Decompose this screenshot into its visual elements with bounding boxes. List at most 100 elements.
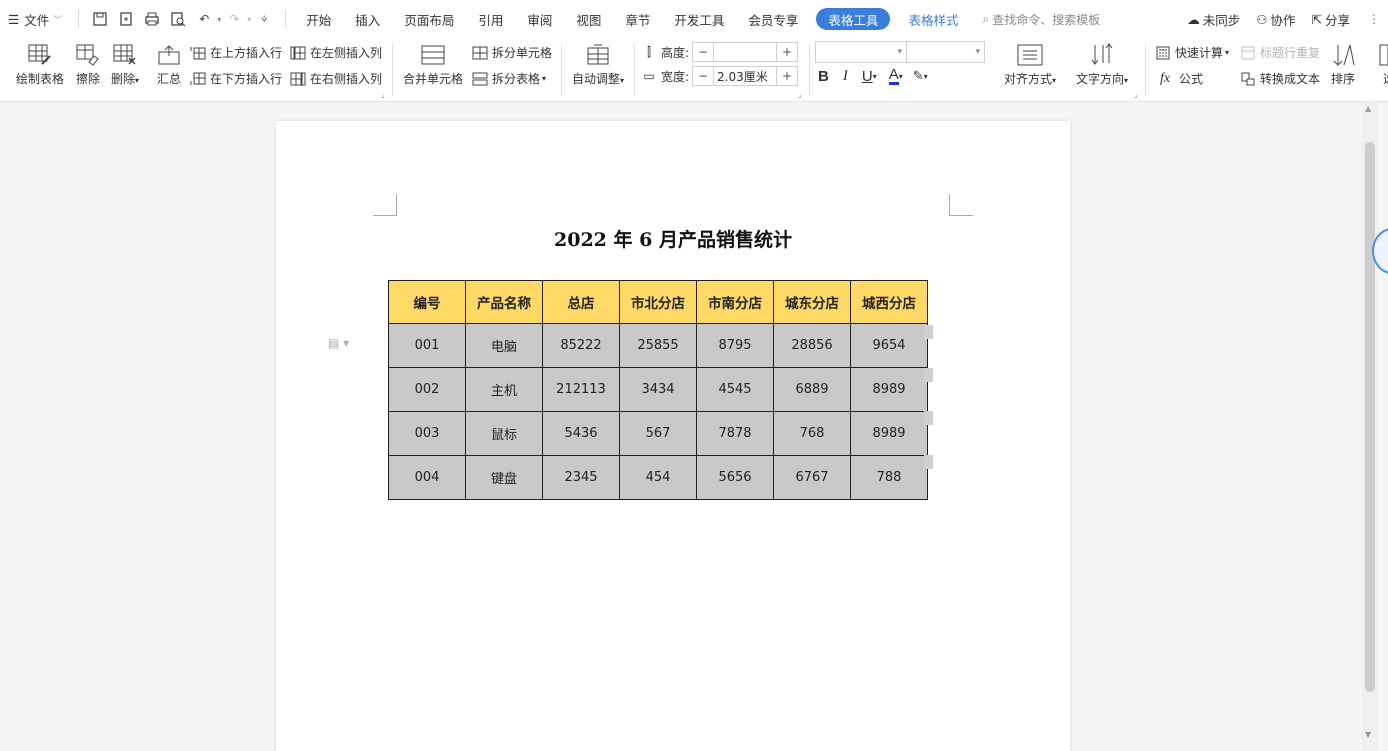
- table-cell[interactable]: 28856: [773, 323, 851, 368]
- split-cells-button[interactable]: 拆分单元格: [472, 44, 552, 61]
- share-button[interactable]: ⇱ 分享: [1304, 0, 1359, 38]
- sales-table[interactable]: 编号 产品名称 总店 市北分店 市南分店 城东分店 城西分店 001 电脑 85…: [388, 280, 928, 500]
- align-button[interactable]: 对齐方式▾: [1004, 42, 1056, 87]
- font-color-icon[interactable]: A: [888, 67, 899, 85]
- undo-icon[interactable]: ↶: [194, 9, 214, 29]
- tab-table-style[interactable]: 表格样式: [896, 0, 970, 38]
- export-pdf-icon[interactable]: [116, 9, 136, 29]
- insert-col-right-button[interactable]: 在右侧插入列: [290, 70, 382, 87]
- chevron-down-icon[interactable]: ▾: [924, 72, 928, 81]
- table-cell[interactable]: 8989: [850, 411, 928, 456]
- formula-button[interactable]: fx 公式: [1155, 70, 1203, 87]
- sync-status[interactable]: ☁ 未同步: [1179, 0, 1248, 38]
- document-title[interactable]: 2022 年 6 月产品销售统计: [276, 225, 1070, 252]
- scroll-down-icon[interactable]: ▼: [1365, 730, 1371, 739]
- insert-col-left-button[interactable]: 在左侧插入列: [290, 44, 382, 61]
- save-icon[interactable]: [90, 9, 110, 29]
- table-cell[interactable]: 004: [388, 455, 466, 500]
- chevron-down-icon[interactable]: ▾: [873, 72, 877, 81]
- tab-insert[interactable]: 插入: [343, 0, 392, 38]
- customize-toolbar-icon[interactable]: ⩒: [254, 9, 274, 29]
- table-cell[interactable]: 电脑: [465, 323, 543, 368]
- launcher-icon[interactable]: ⌟: [798, 90, 802, 99]
- table-cell[interactable]: 212113: [542, 367, 620, 412]
- paragraph-layout-icon[interactable]: ▤ ▾: [328, 336, 349, 350]
- quick-calc-button[interactable]: 快速计算 ▾: [1155, 44, 1229, 61]
- file-menu[interactable]: ☰ 文件 ﹀: [0, 0, 70, 38]
- table-cell[interactable]: 788: [850, 455, 928, 500]
- auto-fit-button[interactable]: 自动调整▾: [572, 42, 624, 87]
- collab-button[interactable]: ⚇ 协作: [1248, 0, 1303, 38]
- height-decrement-button[interactable]: −: [693, 43, 713, 61]
- header-cell[interactable]: 城西分店: [850, 280, 928, 324]
- table-cell[interactable]: 5656: [696, 455, 774, 500]
- width-input[interactable]: 2.03厘米: [713, 67, 778, 85]
- table-cell[interactable]: 主机: [465, 367, 543, 412]
- table-cell[interactable]: 003: [388, 411, 466, 456]
- merge-cells-button[interactable]: 合并单元格: [403, 42, 463, 87]
- split-table-button[interactable]: 拆分表格 ▾: [472, 70, 546, 87]
- width-increment-button[interactable]: +: [777, 67, 797, 85]
- convert-to-text-button[interactable]: 转换成文本: [1240, 70, 1320, 87]
- tab-review[interactable]: 审阅: [515, 0, 564, 38]
- tab-table-tools[interactable]: 表格工具: [816, 8, 891, 30]
- height-input[interactable]: [713, 43, 778, 61]
- table-cell[interactable]: 768: [773, 411, 851, 456]
- table-cell[interactable]: 2345: [542, 455, 620, 500]
- header-cell[interactable]: 市北分店: [619, 280, 697, 324]
- scrollbar-thumb[interactable]: [1365, 142, 1375, 692]
- launcher-icon[interactable]: ⌟: [1134, 90, 1138, 99]
- chevron-down-icon[interactable]: ▾: [899, 72, 903, 81]
- table-cell[interactable]: 5436: [542, 411, 620, 456]
- repeat-header-button[interactable]: 标题行重复: [1240, 44, 1320, 61]
- table-cell[interactable]: 键盘: [465, 455, 543, 500]
- insert-row-below-button[interactable]: 在下方插入行: [190, 70, 282, 87]
- tab-view[interactable]: 视图: [564, 0, 613, 38]
- redo-icon[interactable]: ↷: [224, 9, 244, 29]
- tab-member[interactable]: 会员专享: [736, 0, 810, 38]
- table-cell[interactable]: 454: [619, 455, 697, 500]
- tab-page-layout[interactable]: 页面布局: [392, 0, 466, 38]
- header-cell[interactable]: 市南分店: [696, 280, 774, 324]
- header-cell[interactable]: 城东分店: [773, 280, 851, 324]
- tab-start[interactable]: 开始: [294, 0, 343, 38]
- table-cell[interactable]: 002: [388, 367, 466, 412]
- table-cell[interactable]: 001: [388, 323, 466, 368]
- font-family-select[interactable]: ▾: [815, 41, 907, 63]
- highlight-icon[interactable]: ✎: [913, 69, 924, 84]
- draw-table-button[interactable]: 绘制表格: [16, 42, 64, 87]
- sort-button[interactable]: 排序: [1330, 42, 1356, 87]
- font-size-select[interactable]: ▾: [907, 41, 985, 63]
- bold-icon[interactable]: B: [818, 68, 829, 85]
- chevron-down-icon[interactable]: ▾: [247, 15, 251, 24]
- launcher-icon[interactable]: ⌟: [381, 90, 385, 99]
- more-icon[interactable]: ⋮: [1368, 12, 1380, 26]
- header-cell[interactable]: 编号: [388, 280, 466, 324]
- select-button[interactable]: 选: [1376, 42, 1388, 87]
- height-increment-button[interactable]: +: [777, 43, 797, 61]
- summary-button[interactable]: 汇总: [156, 42, 182, 87]
- header-cell[interactable]: 产品名称: [465, 280, 543, 324]
- tab-chapter[interactable]: 章节: [613, 0, 662, 38]
- table-cell[interactable]: 鼠标: [465, 411, 543, 456]
- text-direction-button[interactable]: 文字方向▾: [1076, 42, 1128, 87]
- table-cell[interactable]: 4545: [696, 367, 774, 412]
- header-cell[interactable]: 总店: [542, 280, 620, 324]
- table-cell[interactable]: 6767: [773, 455, 851, 500]
- table-cell[interactable]: 3434: [619, 367, 697, 412]
- scroll-up-icon[interactable]: ▲: [1365, 104, 1371, 113]
- erase-button[interactable]: 擦除: [75, 42, 101, 87]
- table-cell[interactable]: 85222: [542, 323, 620, 368]
- width-decrement-button[interactable]: −: [693, 67, 713, 85]
- table-cell[interactable]: 567: [619, 411, 697, 456]
- delete-button[interactable]: 删除▾: [111, 42, 139, 87]
- underline-icon[interactable]: U: [862, 68, 873, 85]
- print-preview-icon[interactable]: [168, 9, 188, 29]
- table-cell[interactable]: 6889: [773, 367, 851, 412]
- table-cell[interactable]: 7878: [696, 411, 774, 456]
- italic-icon[interactable]: I: [843, 68, 848, 85]
- table-cell[interactable]: 25855: [619, 323, 697, 368]
- vertical-scrollbar[interactable]: ▲ ▼: [1362, 102, 1378, 751]
- command-search[interactable]: ⌕ 查找命令、搜索模板: [982, 11, 1100, 28]
- table-cell[interactable]: 9654: [850, 323, 928, 368]
